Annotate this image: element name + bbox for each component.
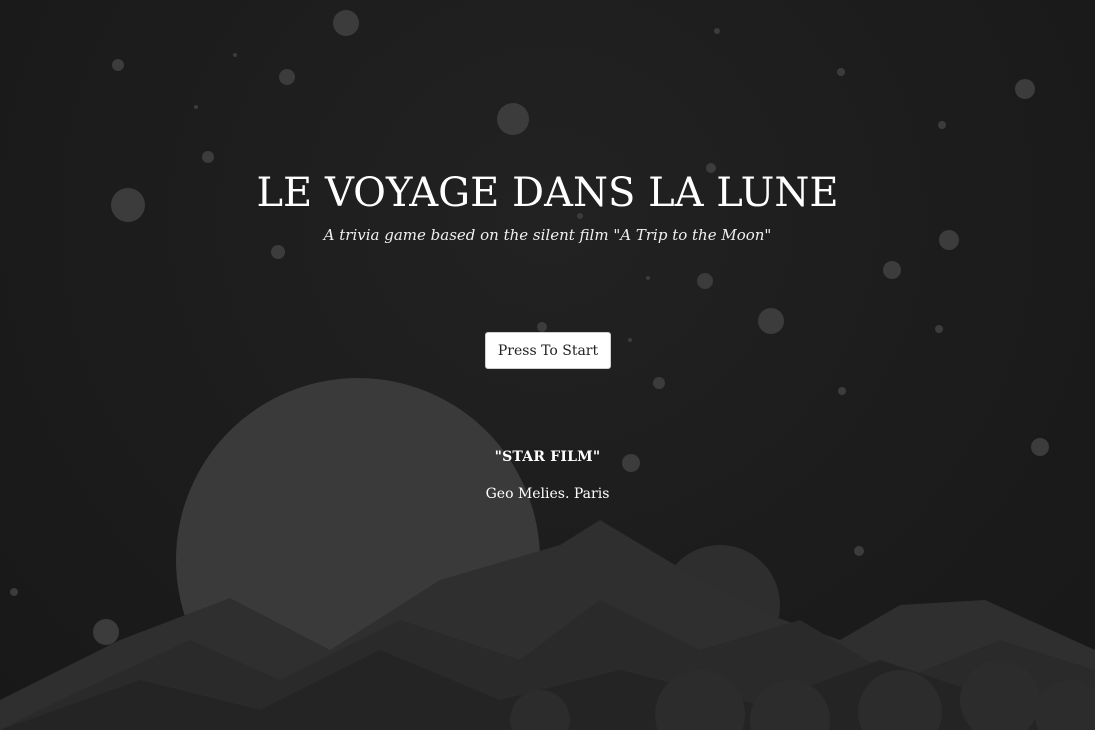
director-credit: Geo Melies. Paris [485, 486, 610, 502]
title-screen: LE VOYAGE DANS LA LUNE A trivia game bas… [0, 0, 1095, 730]
start-button[interactable]: Press To Start [485, 332, 611, 369]
game-screen: LE VOYAGE DANS LA LUNE A trivia game bas… [0, 0, 1095, 730]
game-subtitle: A trivia game based on the silent film "… [323, 226, 772, 244]
studio-credit: "STAR FILM" [494, 449, 601, 465]
game-title: LE VOYAGE DANS LA LUNE [256, 170, 839, 216]
